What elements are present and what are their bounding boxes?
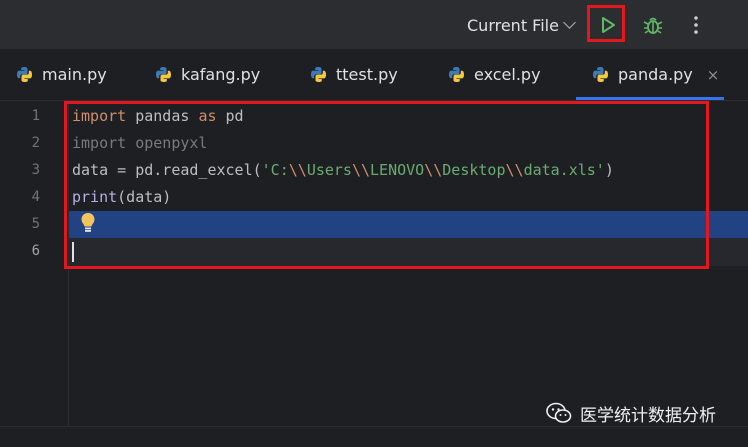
code-highlight-box <box>64 101 709 269</box>
wechat-icon <box>546 402 572 423</box>
debug-icon <box>643 17 663 34</box>
run-config-label: Current File <box>467 15 559 35</box>
line-number: 3 <box>31 162 40 178</box>
tab-excel-py[interactable]: excel.py <box>448 49 541 100</box>
line-number: 4 <box>31 189 40 205</box>
tab-label: panda.py <box>618 65 693 84</box>
tab-label: ttest.py <box>336 65 398 84</box>
tab-panda-py[interactable]: panda.py × <box>592 49 719 100</box>
line-number: 5 <box>31 216 40 232</box>
python-file-icon <box>310 66 327 83</box>
top-toolbar: Current File <box>0 0 748 49</box>
tab-kafang-py[interactable]: kafang.py <box>155 49 260 100</box>
python-file-icon <box>592 66 609 83</box>
tab-label: excel.py <box>474 65 541 84</box>
tab-label: main.py <box>42 65 107 84</box>
python-file-icon <box>16 66 33 83</box>
watermark-text: 医学统计数据分析 <box>580 405 716 426</box>
run-button-highlight-box <box>587 5 625 42</box>
status-bar <box>0 426 748 447</box>
watermark: 医学统计数据分析 <box>546 400 716 426</box>
line-number: 1 <box>31 108 40 124</box>
run-configuration-selector[interactable]: Current File <box>467 13 576 37</box>
tab-ttest-py[interactable]: ttest.py <box>310 49 398 100</box>
line-number: 6 <box>31 243 40 259</box>
python-file-icon <box>448 66 465 83</box>
tab-main-py[interactable]: main.py <box>16 49 107 100</box>
active-tab-indicator <box>576 97 724 100</box>
python-file-icon <box>155 66 172 83</box>
debug-button[interactable] <box>637 9 669 41</box>
line-number: 2 <box>31 135 40 151</box>
tab-label: kafang.py <box>181 65 261 84</box>
chevron-down-icon <box>563 15 576 29</box>
more-options-button[interactable] <box>680 9 712 41</box>
more-vertical-icon <box>694 16 698 34</box>
close-icon[interactable]: × <box>707 66 720 84</box>
